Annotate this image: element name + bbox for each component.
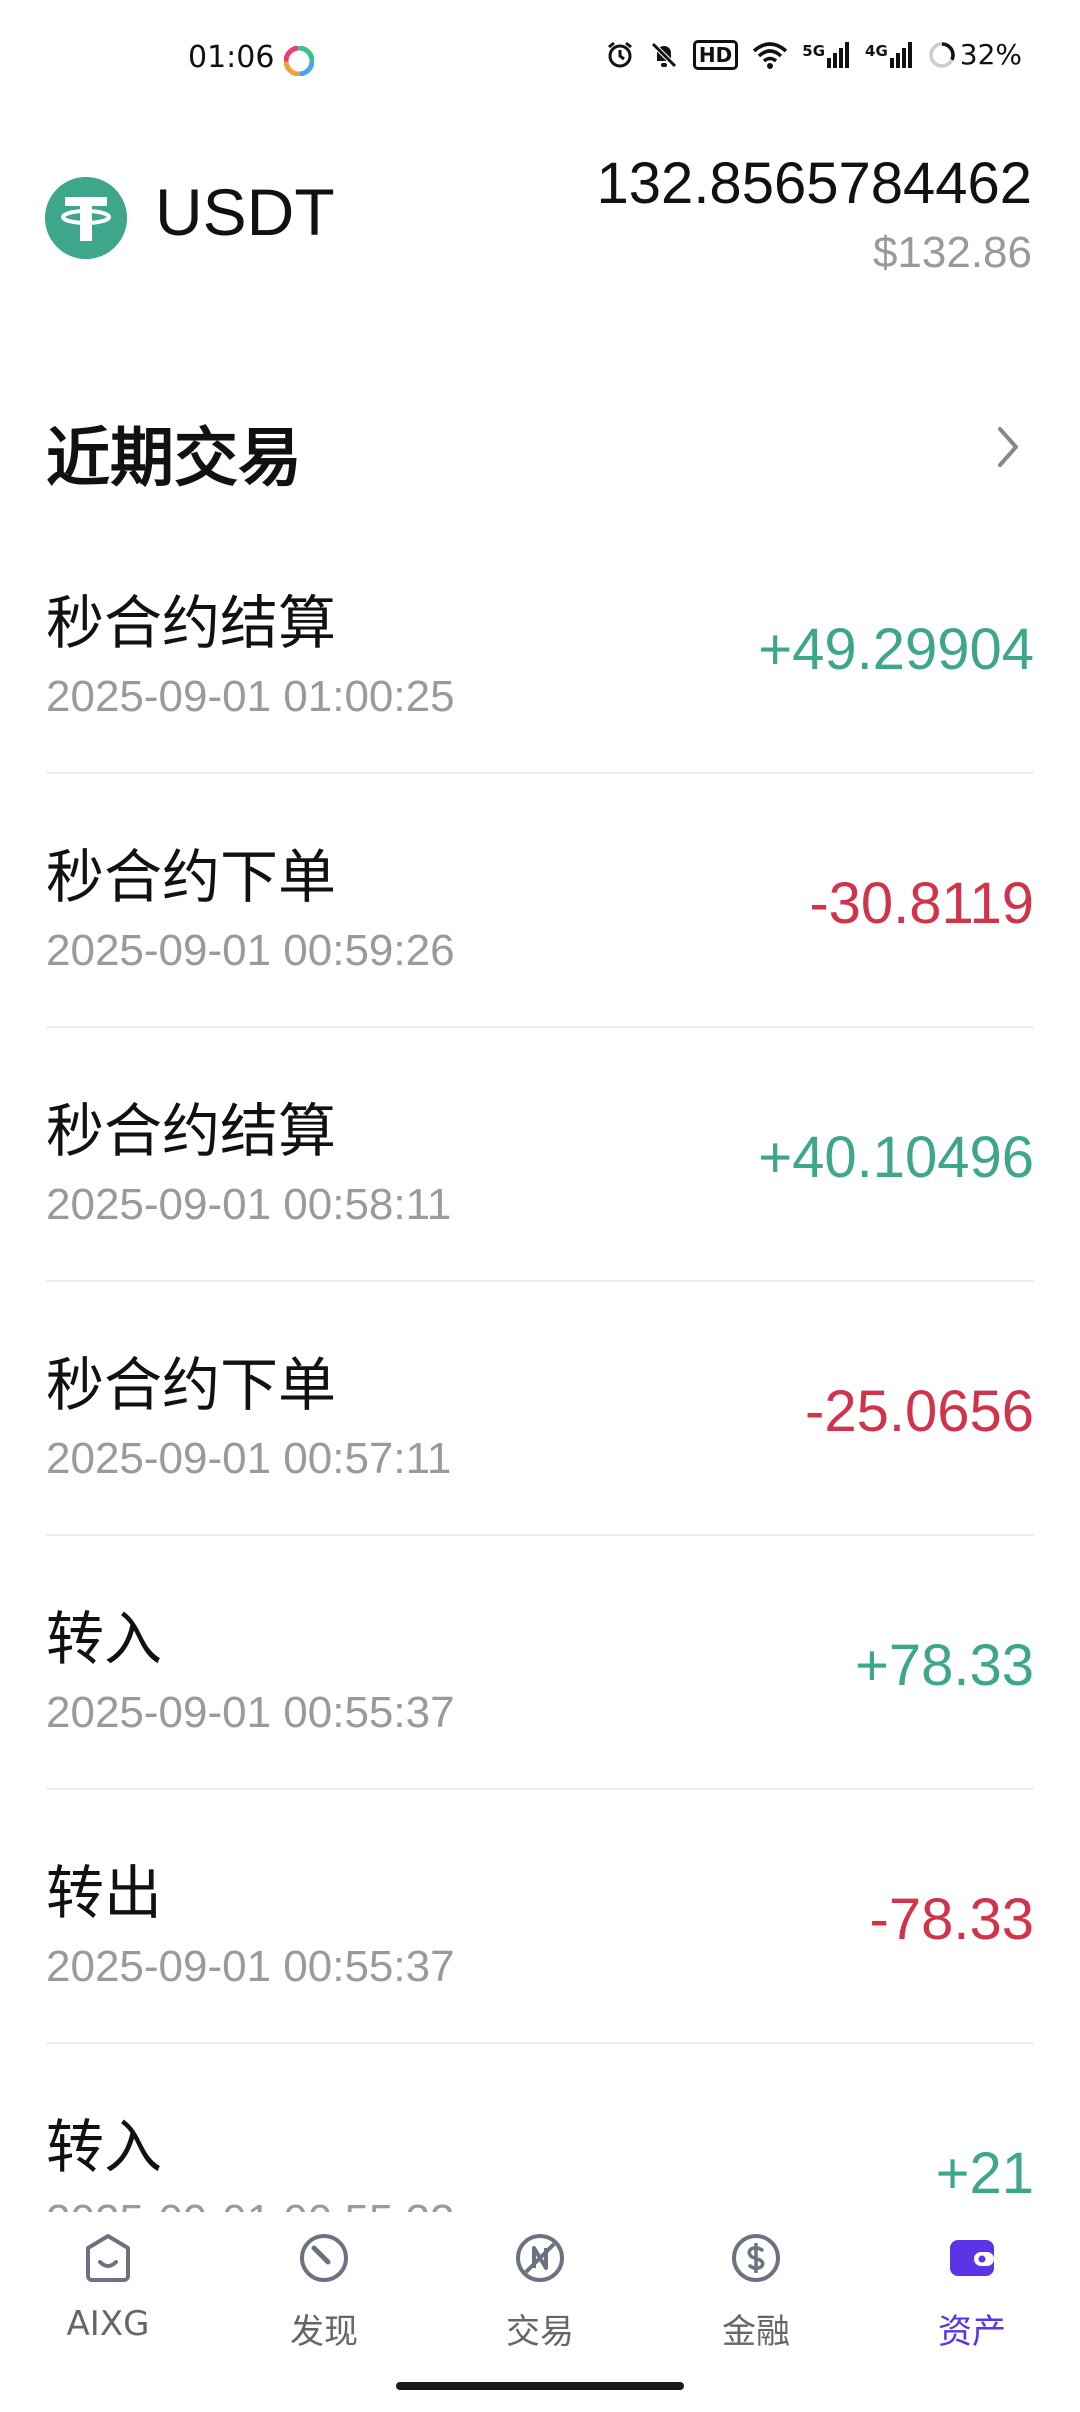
recent-transactions-header[interactable]: 近期交易 (0, 395, 1080, 496)
balance-amount: 132.8565784462 (596, 151, 1032, 216)
transaction-row[interactable]: 转入 2025-09-01 00:55:37 +78.33 (46, 1536, 1034, 1790)
transaction-time: 2025-09-01 00:59:26 (46, 926, 455, 975)
status-icons: HD 5G 4G 32% (605, 38, 1022, 71)
nav-label: 资产 (938, 2312, 1006, 2352)
section-title: 近期交易 (46, 422, 302, 496)
balance-usd-value: $132.86 (872, 228, 1032, 277)
mute-bell-icon (651, 41, 677, 68)
battery: 32% (928, 38, 1022, 71)
transaction-title: 秒合约下单 (46, 1351, 337, 1419)
transaction-row[interactable]: 转入2025-09-01 00:55:33+21 (46, 2044, 1034, 2220)
signal-5g: 5G (802, 41, 851, 68)
home-icon (86, 2234, 130, 2282)
transaction-row[interactable]: 转出 2025-09-01 00:55:37 -78.33 (46, 1790, 1034, 2044)
signal-4g: 4G (865, 41, 914, 68)
transaction-title: 秒合约结算 (46, 589, 337, 657)
status-bar: 01:06 HD 5G 4G 32% (0, 0, 1080, 120)
nav-item-discover[interactable]: 发现 (216, 2212, 432, 2352)
transaction-row[interactable]: 秒合约下单 2025-09-01 00:57:11 -25.0656 (46, 1282, 1034, 1536)
transaction-title: 秒合约下单 (46, 843, 337, 911)
asset-header: USDT 132.8565784462 $132.86 (0, 140, 1080, 300)
chevron-right-icon[interactable] (988, 417, 1028, 477)
battery-ring-icon (929, 41, 955, 68)
transaction-title: 转出 (46, 1859, 163, 1927)
usdt-logo-icon (45, 177, 127, 259)
transaction-amount: -25.0656 (805, 1379, 1034, 1444)
transaction-list[interactable]: 秒合约结算 2025-09-01 01:00:25 +49.29904 秒合约下单 20… (0, 520, 1080, 2220)
transaction-time: 2025-09-01 01:00:25 (46, 672, 455, 721)
status-time: 01:06 (188, 40, 275, 75)
transaction-amount: -30.8119 (809, 871, 1034, 936)
nav-label: 金融 (722, 2312, 790, 2352)
transaction-amount: +49.29904 (758, 617, 1034, 682)
nav-item-assets[interactable]: 资产 (864, 2212, 1080, 2352)
nav-item-trade[interactable]: 交易 (432, 2212, 648, 2352)
wallet-icon (950, 2240, 994, 2276)
transaction-amount: +40.10496 (758, 1125, 1034, 1190)
nav-label: AIXG (66, 2304, 150, 2344)
nav-label: 发现 (290, 2312, 358, 2352)
coin-name: USDT (155, 175, 335, 249)
transaction-time: 2025-09-01 00:58:11 (46, 1180, 452, 1229)
alarm-icon (607, 41, 632, 67)
transaction-time: 2025-09-01 00:57:11 (46, 1434, 452, 1483)
transaction-row[interactable]: 秒合约结算 2025-09-01 00:58:11 +40.10496 (46, 1028, 1034, 1282)
transaction-title: 秒合约结算 (46, 1097, 337, 1165)
battery-percent: 32% (959, 38, 1022, 71)
nav-item-aixg[interactable]: AIXG (0, 2212, 216, 2352)
transaction-row[interactable]: 秒合约结算 2025-09-01 01:00:25 +49.29904 (46, 520, 1034, 774)
compass-icon (300, 2234, 348, 2282)
transaction-title: 转入 (46, 1605, 163, 1673)
signal-bars-icon (827, 41, 850, 68)
transaction-time: 2025-09-01 00:55:37 (46, 1688, 455, 1737)
transaction-amount: -78.33 (869, 1887, 1034, 1952)
hd-badge: HD (692, 39, 739, 70)
app-notification-icon (284, 46, 314, 76)
dollar-icon (732, 2234, 780, 2282)
transaction-title: 转入 (46, 2113, 163, 2181)
nav-item-finance[interactable]: 金融 (648, 2212, 864, 2352)
home-indicator[interactable] (396, 2382, 684, 2390)
transaction-row[interactable]: 秒合约下单 2025-09-01 00:59:26 -30.8119 (46, 774, 1034, 1028)
transaction-time: 2025-09-01 00:55:37 (46, 1942, 455, 1991)
wifi-icon (753, 41, 788, 69)
transaction-amount: +78.33 (854, 1633, 1034, 1698)
transaction-amount: +21 (935, 2141, 1034, 2206)
nav-label: 交易 (506, 2312, 574, 2352)
signal-bars-icon (889, 41, 912, 68)
trade-icon (516, 2234, 564, 2282)
